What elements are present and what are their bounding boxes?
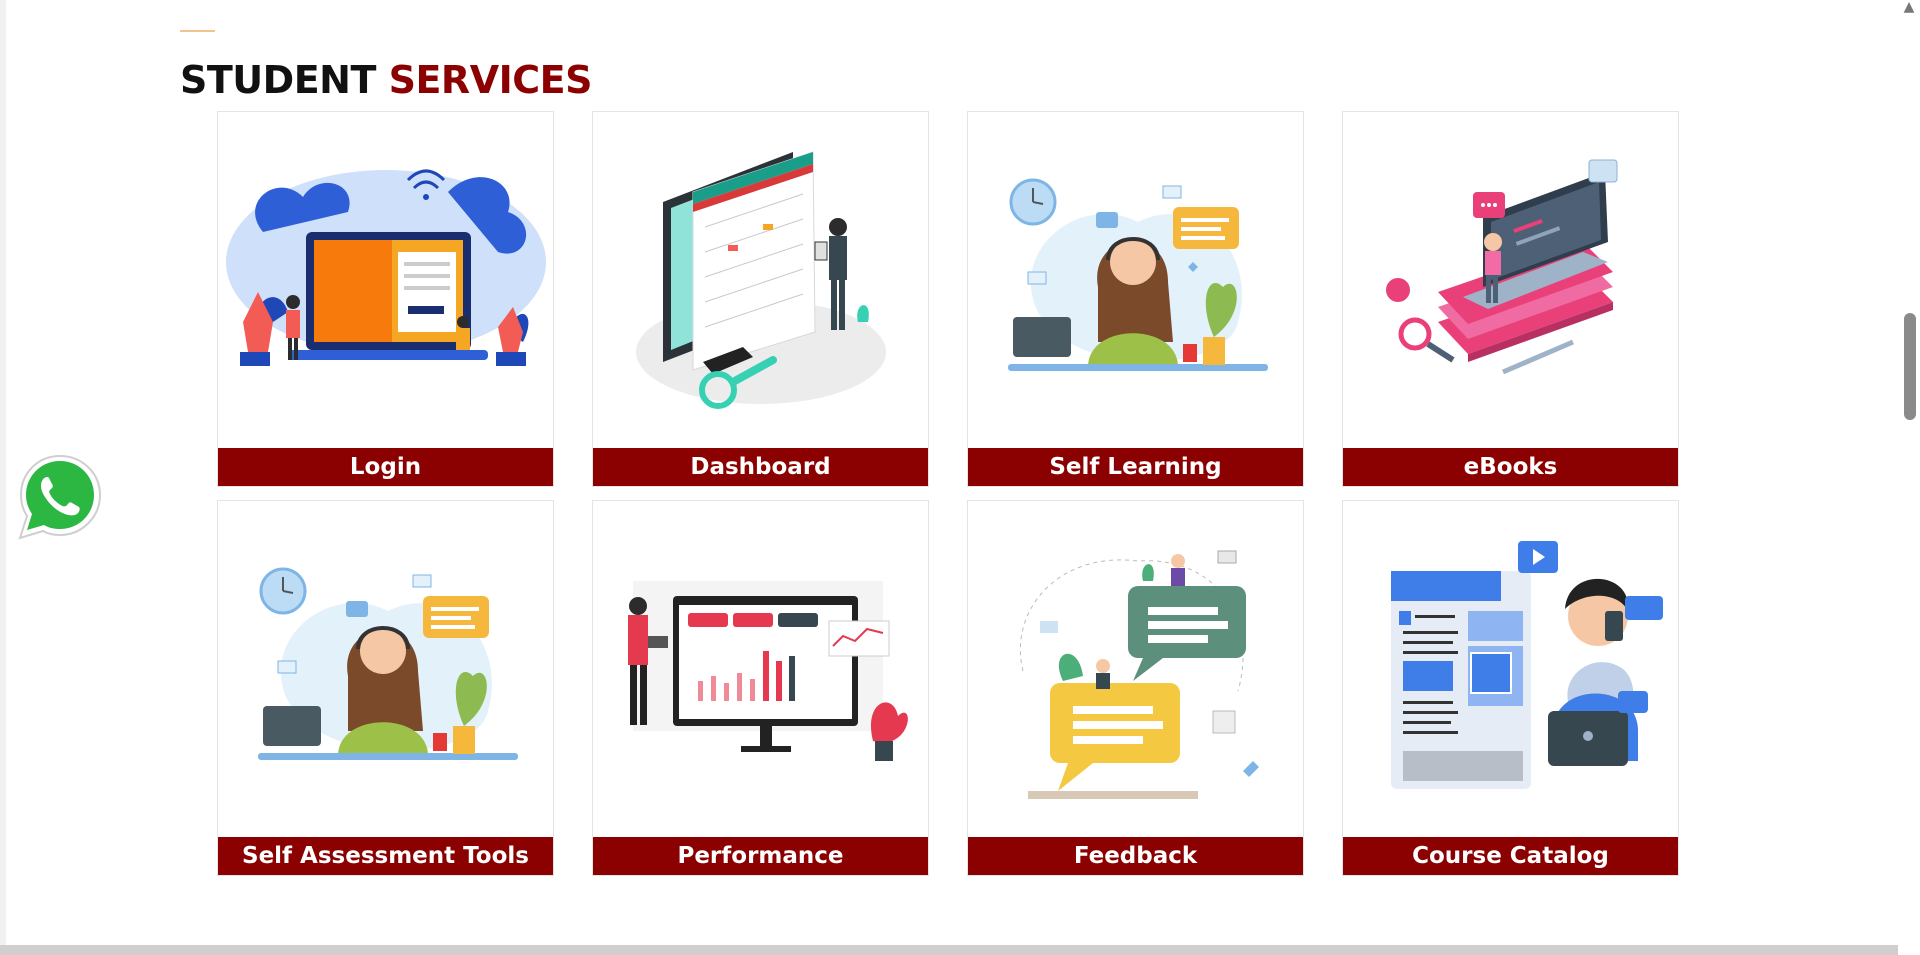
service-card-ebooks[interactable]: eBooks xyxy=(1342,111,1679,487)
headset-learner-illustration-icon xyxy=(258,567,518,760)
service-label: Self Learning xyxy=(968,448,1303,486)
section-title: STUDENT SERVICES xyxy=(180,58,592,102)
scrollbar-thumb[interactable] xyxy=(1904,313,1916,420)
laptop-login-illustration-icon xyxy=(226,169,546,366)
service-label: Course Catalog xyxy=(1343,837,1678,875)
service-label: Feedback xyxy=(968,837,1303,875)
vertical-scrollbar[interactable]: ▲ xyxy=(1898,0,1920,955)
services-grid: Login Dashboard Self Learning eBooks Sel… xyxy=(217,111,1680,876)
page-left-border xyxy=(0,0,6,945)
service-card-login[interactable]: Login xyxy=(217,111,554,487)
section-title-part1: STUDENT xyxy=(180,58,376,102)
whatsapp-icon xyxy=(18,454,102,540)
service-card-performance[interactable]: Performance xyxy=(592,500,929,876)
scroll-up-arrow-icon[interactable]: ▲ xyxy=(1900,0,1918,14)
page-bottom-edge xyxy=(0,945,1920,955)
chat-bubbles-illustration-icon xyxy=(1019,550,1259,799)
service-label: Self Assessment Tools xyxy=(218,837,553,875)
bar-chart-monitor-illustration-icon xyxy=(628,581,908,761)
service-label: Login xyxy=(218,448,553,486)
section-title-part2: SERVICES xyxy=(388,58,593,102)
service-label: Dashboard xyxy=(593,448,928,486)
dashboard-monitor-illustration-icon xyxy=(636,151,886,409)
whatsapp-button[interactable] xyxy=(14,450,106,542)
service-card-course-catalog[interactable]: Course Catalog xyxy=(1342,500,1679,876)
service-card-self-learning[interactable]: Self Learning xyxy=(967,111,1304,487)
service-label: Performance xyxy=(593,837,928,875)
headset-learner-illustration-icon xyxy=(1008,178,1268,371)
service-card-feedback[interactable]: Feedback xyxy=(967,500,1304,876)
blog-catalog-illustration-icon xyxy=(1391,541,1663,789)
service-card-self-assessment-tools[interactable]: Self Assessment Tools xyxy=(217,500,554,876)
title-accent-line xyxy=(180,30,215,32)
service-label: eBooks xyxy=(1343,448,1678,486)
service-card-dashboard[interactable]: Dashboard xyxy=(592,111,929,487)
laptop-books-illustration-icon xyxy=(1386,159,1618,375)
